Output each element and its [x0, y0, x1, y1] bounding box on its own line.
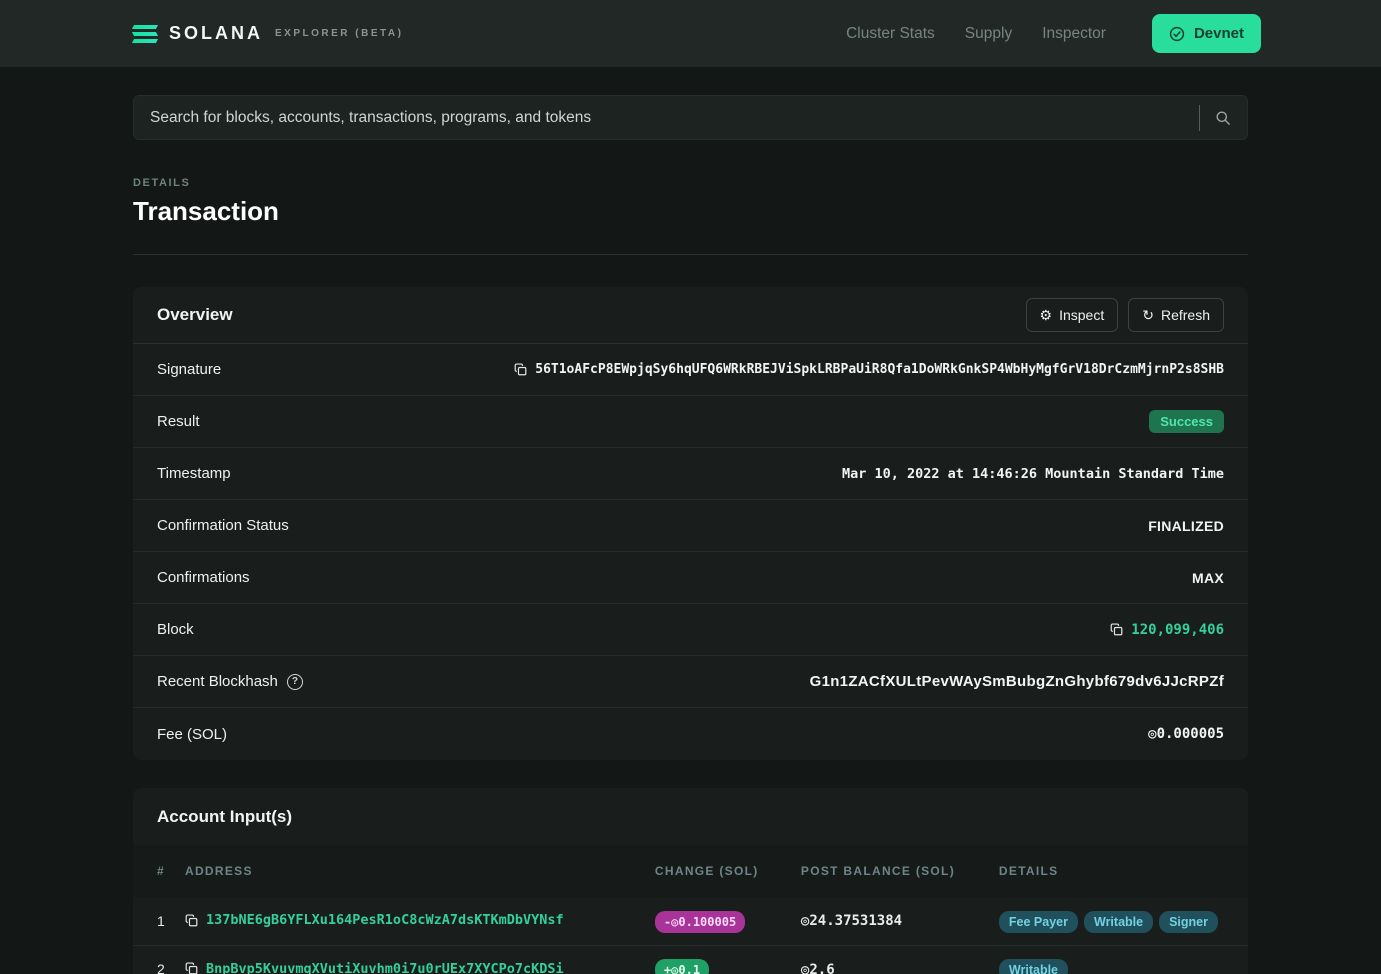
brand-logo[interactable]: SOLANA EXPLORER (BETA)	[133, 23, 403, 44]
copy-icon[interactable]	[1110, 623, 1123, 636]
recent-blockhash-label: Recent Blockhash	[157, 673, 278, 690]
confirmation-status-row: Confirmation Status FINALIZED	[133, 500, 1248, 552]
signature-label: Signature	[157, 361, 221, 378]
fee-value: ◎0.000005	[1148, 726, 1224, 742]
change-badge: -◎0.100005	[655, 911, 745, 933]
page-eyebrow: DETAILS	[133, 177, 1248, 189]
check-circle-icon	[1169, 26, 1185, 42]
refresh-button[interactable]: ↻ Refresh	[1128, 298, 1224, 332]
nav-link-cluster-stats[interactable]: Cluster Stats	[846, 25, 935, 43]
writable-badge: Writable	[999, 959, 1068, 974]
table-row: 1 137bNE6gB6YFLXu164PesR1oC8cWzA7dsKTKmD…	[133, 897, 1248, 945]
fee-row: Fee (SOL) ◎0.000005	[133, 708, 1248, 760]
confirmation-status-label: Confirmation Status	[157, 517, 289, 534]
block-link[interactable]: 120,099,406	[1131, 622, 1224, 638]
change-badge: +◎0.1	[655, 959, 709, 974]
refresh-label: Refresh	[1161, 307, 1210, 323]
col-header-details: DETAILS	[999, 845, 1248, 897]
page-header: DETAILS Transaction	[133, 177, 1248, 255]
table-header-row: # ADDRESS CHANGE (SOL) POST BALANCE (SOL…	[133, 845, 1248, 897]
table-row: 2 BnpBvp5KvuvmqXVutiXuvhm0i7u0rUEx7XYCPo…	[133, 945, 1248, 974]
help-icon[interactable]: ?	[287, 674, 303, 690]
confirmations-label: Confirmations	[157, 569, 250, 586]
nav-link-inspector[interactable]: Inspector	[1042, 25, 1106, 43]
col-header-index: #	[133, 845, 185, 897]
fee-label: Fee (SOL)	[157, 726, 227, 743]
account-inputs-table: # ADDRESS CHANGE (SOL) POST BALANCE (SOL…	[133, 845, 1248, 974]
brand-name: SOLANA	[169, 23, 263, 44]
page-title: Transaction	[133, 196, 1248, 227]
recent-blockhash-row: Recent Blockhash ? G1n1ZACfXULtPevWAySmB…	[133, 656, 1248, 708]
copy-icon[interactable]	[185, 914, 198, 927]
account-inputs-card: Account Input(s) # ADDRESS CHANGE (SOL) …	[133, 788, 1248, 974]
search-separator	[1199, 105, 1200, 131]
signature-row: Signature 56T1oAFcP8EWpjqSy6hqUFQ6WRkRBE…	[133, 344, 1248, 396]
col-header-post-balance: POST BALANCE (SOL)	[801, 845, 999, 897]
search-input[interactable]	[150, 109, 1191, 127]
brand-subtitle: EXPLORER (BETA)	[275, 28, 403, 39]
overview-card: Overview ⚙ Inspect ↻ Refresh Signature 5…	[133, 287, 1248, 760]
account-inputs-title: Account Input(s)	[157, 807, 292, 827]
row-index: 2	[133, 945, 185, 974]
refresh-icon: ↻	[1142, 308, 1154, 322]
signer-badge: Signer	[1159, 911, 1218, 933]
search-icon[interactable]	[1215, 110, 1231, 126]
cluster-name: Devnet	[1194, 25, 1244, 42]
nav-link-supply[interactable]: Supply	[965, 25, 1012, 43]
timestamp-label: Timestamp	[157, 465, 231, 482]
writable-badge: Writable	[1084, 911, 1153, 933]
block-label: Block	[157, 621, 194, 638]
copy-icon[interactable]	[185, 962, 198, 974]
post-balance: ◎24.37531384	[801, 913, 902, 929]
navbar: SOLANA EXPLORER (BETA) Cluster Stats Sup…	[0, 0, 1381, 67]
cluster-selector-button[interactable]: Devnet	[1152, 14, 1261, 53]
success-badge: Success	[1149, 410, 1224, 433]
post-balance: ◎2.6	[801, 962, 835, 974]
col-header-change: CHANGE (SOL)	[655, 845, 801, 897]
account-address-link[interactable]: 137bNE6gB6YFLXu164PesR1oC8cWzA7dsKTKmDbV…	[206, 912, 564, 928]
confirmations-row: Confirmations MAX	[133, 552, 1248, 604]
row-index: 1	[133, 897, 185, 945]
fee-payer-badge: Fee Payer	[999, 911, 1078, 933]
copy-icon[interactable]	[514, 363, 527, 376]
result-row: Result Success	[133, 396, 1248, 448]
inspect-button[interactable]: ⚙ Inspect	[1026, 298, 1119, 332]
inspect-label: Inspect	[1059, 307, 1104, 323]
result-label: Result	[157, 413, 200, 430]
block-row: Block 120,099,406	[133, 604, 1248, 656]
solana-logo-icon	[133, 25, 157, 43]
col-header-address: ADDRESS	[185, 845, 655, 897]
signature-value: 56T1oAFcP8EWpjqSy6hqUFQ6WRkRBEJViSpkLRBP…	[535, 362, 1224, 377]
nav-links: Cluster Stats Supply Inspector Devnet	[816, 14, 1261, 53]
overview-title: Overview	[157, 305, 233, 325]
recent-blockhash-value: G1n1ZACfXULtPevWAySmBubgZnGhybf679dv6JJc…	[810, 673, 1224, 690]
gear-icon: ⚙	[1040, 308, 1053, 322]
account-address-link[interactable]: BnpBvp5KvuvmqXVutiXuvhm0i7u0rUEx7XYCPo7c…	[206, 961, 564, 974]
confirmations-value: MAX	[1192, 570, 1224, 586]
timestamp-row: Timestamp Mar 10, 2022 at 14:46:26 Mount…	[133, 448, 1248, 500]
search-bar	[133, 95, 1248, 140]
confirmation-status-value: FINALIZED	[1148, 518, 1224, 534]
timestamp-value: Mar 10, 2022 at 14:46:26 Mountain Standa…	[842, 466, 1224, 482]
